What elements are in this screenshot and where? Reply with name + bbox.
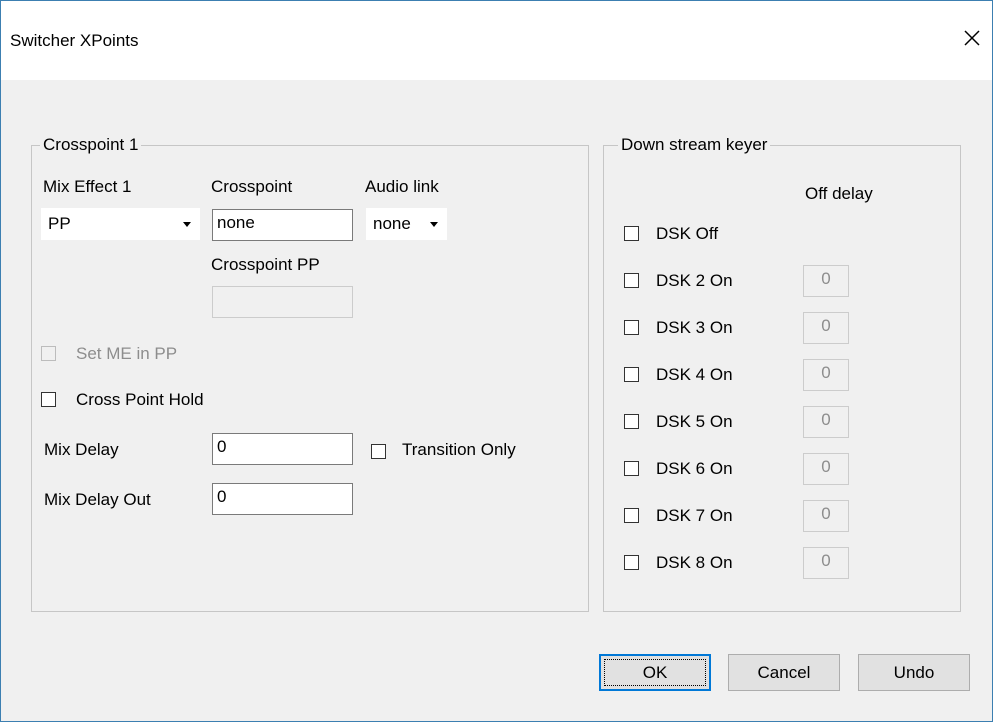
off-delay-header: Off delay bbox=[805, 184, 873, 203]
dsk-off-delay-input: 0 bbox=[803, 453, 849, 485]
mix-delay-out-input[interactable]: 0 bbox=[212, 483, 353, 515]
dsk-off-delay-input: 0 bbox=[803, 359, 849, 391]
mix-delay-input[interactable]: 0 bbox=[212, 433, 353, 465]
chevron-down-icon bbox=[430, 222, 438, 227]
dsk-group-legend: Down stream keyer bbox=[618, 136, 771, 154]
title-bar: Switcher XPoints bbox=[1, 1, 992, 80]
dsk-on-checkbox[interactable] bbox=[624, 461, 639, 476]
dsk-off-delay-input: 0 bbox=[803, 406, 849, 438]
dsk-on-label: DSK 5 On bbox=[656, 412, 733, 431]
dsk-on-label: DSK 3 On bbox=[656, 318, 733, 337]
dsk-on-label: DSK 6 On bbox=[656, 459, 733, 478]
cancel-button[interactable]: Cancel bbox=[728, 654, 840, 691]
audio-link-value: none bbox=[373, 214, 411, 233]
focus-rect bbox=[604, 659, 706, 686]
dsk-on-label: DSK 7 On bbox=[656, 506, 733, 525]
switcher-xpoints-dialog: Switcher XPoints Crosspoint 1 Mix Effect… bbox=[0, 0, 993, 722]
mix-delay-out-label: Mix Delay Out bbox=[44, 490, 151, 509]
mix-delay-label: Mix Delay bbox=[44, 440, 119, 459]
dsk-on-checkbox[interactable] bbox=[624, 273, 639, 288]
cross-point-hold-checkbox[interactable] bbox=[41, 392, 56, 407]
window-title: Switcher XPoints bbox=[10, 31, 139, 50]
crosspoint-label: Crosspoint bbox=[211, 177, 293, 196]
audio-link-select[interactable]: none bbox=[366, 208, 447, 240]
dsk-on-checkbox[interactable] bbox=[624, 414, 639, 429]
cancel-button-label: Cancel bbox=[757, 663, 811, 682]
dsk-on-label: DSK 2 On bbox=[656, 271, 733, 290]
dsk-off-delay-input: 0 bbox=[803, 312, 849, 344]
dsk-off-delay-input: 0 bbox=[803, 500, 849, 532]
dsk-on-checkbox[interactable] bbox=[624, 320, 639, 335]
dsk-on-checkbox[interactable] bbox=[624, 555, 639, 570]
audio-link-label: Audio link bbox=[365, 177, 439, 196]
dsk-on-label: DSK 4 On bbox=[656, 365, 733, 384]
mix-effect-label: Mix Effect 1 bbox=[43, 177, 132, 196]
set-me-in-pp-checkbox bbox=[41, 346, 56, 361]
dsk-on-label: DSK 8 On bbox=[656, 553, 733, 572]
crosspoint-pp-label: Crosspoint PP bbox=[211, 255, 320, 274]
set-me-in-pp-label: Set ME in PP bbox=[76, 344, 178, 363]
chevron-down-icon bbox=[183, 222, 191, 227]
dsk-on-checkbox[interactable] bbox=[624, 367, 639, 382]
mix-effect-value: PP bbox=[48, 214, 71, 233]
dsk-group: Down stream keyer Off delay DSK Off DSK … bbox=[603, 136, 961, 612]
dsk-off-delay-input: 0 bbox=[803, 265, 849, 297]
dsk-on-checkbox[interactable] bbox=[624, 508, 639, 523]
crosspoint-pp-input bbox=[212, 286, 353, 318]
undo-button-label: Undo bbox=[893, 663, 935, 682]
mix-effect-select[interactable]: PP bbox=[41, 208, 200, 240]
dsk-off-label: DSK Off bbox=[656, 224, 719, 243]
dsk-off-checkbox[interactable] bbox=[624, 226, 639, 241]
undo-button[interactable]: Undo bbox=[858, 654, 970, 691]
ok-button[interactable]: OK bbox=[599, 654, 711, 691]
dsk-off-delay-input: 0 bbox=[803, 547, 849, 579]
close-icon bbox=[964, 30, 980, 46]
close-button[interactable] bbox=[959, 25, 985, 51]
crosspoint-group: Crosspoint 1 Mix Effect 1 PP Crosspoint … bbox=[31, 136, 589, 612]
transition-only-label: Transition Only bbox=[402, 440, 516, 459]
transition-only-checkbox[interactable] bbox=[371, 444, 386, 459]
crosspoint-input[interactable]: none bbox=[212, 209, 353, 241]
cross-point-hold-label: Cross Point Hold bbox=[76, 390, 204, 409]
crosspoint-group-legend: Crosspoint 1 bbox=[40, 136, 142, 154]
